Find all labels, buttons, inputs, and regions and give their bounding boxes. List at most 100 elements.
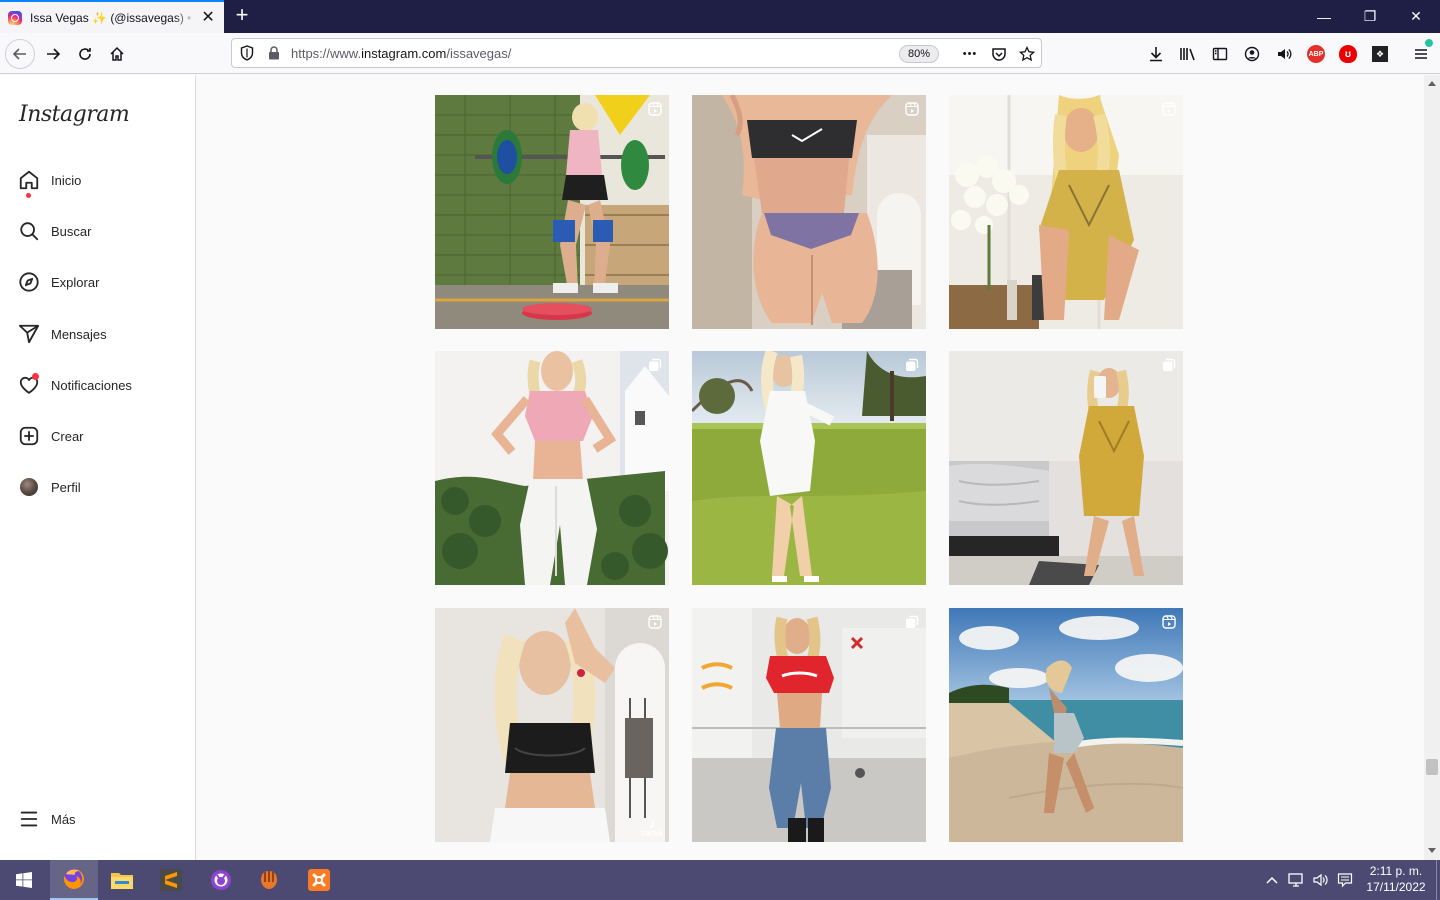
sidebar-item-label: Notificaciones (51, 377, 132, 393)
pocket-button[interactable] (988, 43, 1010, 65)
browser-tab-active[interactable]: Issa Vegas ✨ (@issavegas) • Fotos y vide… (0, 0, 224, 33)
start-button[interactable] (0, 860, 48, 900)
taskbar-sublime-text[interactable] (147, 860, 195, 900)
url-host: instagram.com (361, 46, 447, 61)
network-tray-button[interactable] (1286, 860, 1308, 900)
post-thumbnail[interactable] (692, 608, 926, 842)
sidebar-item-inicio[interactable]: Inicio (17, 165, 81, 198)
sidebar-item-notificaciones[interactable]: Notificaciones (17, 370, 132, 400)
sidebar-item-crear[interactable]: Crear (17, 421, 84, 451)
url-text[interactable]: https://www.instagram.com/issavegas/ (291, 46, 511, 61)
page-scrollbar[interactable] (1424, 75, 1440, 860)
tab-audio-button[interactable] (1273, 43, 1295, 65)
browser-tab-strip: Issa Vegas ✨ (@issavegas) • Fotos y vide… (0, 0, 1440, 33)
post-image (692, 608, 926, 842)
show-hidden-icons-button[interactable] (1262, 860, 1282, 900)
reload-button[interactable] (70, 39, 100, 69)
taskbar-clock[interactable]: 2:11 p. m. 17/11/2022 (1360, 863, 1432, 895)
url-path: /issavegas/ (446, 46, 512, 61)
restore-window-button[interactable]: ❐ (1347, 0, 1393, 33)
sidebar-item-mensajes[interactable]: Mensajes (17, 319, 107, 349)
post-thumbnail[interactable] (435, 351, 669, 585)
show-desktop-button[interactable] (1436, 860, 1440, 900)
post-thumbnail[interactable]: ♪ TikTok (435, 608, 669, 842)
sidebar-item-label: Buscar (51, 223, 92, 239)
account-button[interactable] (1241, 43, 1263, 65)
back-button[interactable] (5, 39, 35, 69)
close-window-button[interactable]: ✕ (1393, 0, 1439, 33)
sidebar-item-mas[interactable]: Más (17, 804, 76, 834)
minimize-window-button[interactable]: — (1301, 0, 1347, 33)
post-thumbnail[interactable] (949, 95, 1183, 329)
sidebar-item-perfil[interactable]: Perfil (17, 472, 81, 502)
reels-icon (1162, 102, 1176, 116)
firefox-icon (63, 869, 84, 889)
library-icon (1180, 48, 1195, 61)
bookmark-star-button[interactable] (1016, 43, 1038, 65)
post-thumbnail[interactable] (949, 351, 1183, 585)
page-actions-button[interactable]: ••• (959, 43, 981, 65)
sublime-text-icon (160, 869, 182, 891)
sidebar-icon (1212, 47, 1228, 61)
sidebar-item-label: Perfil (51, 479, 81, 495)
library-button[interactable] (1177, 43, 1199, 65)
tracking-shield-icon[interactable] (240, 45, 254, 61)
scroll-up-icon[interactable] (1428, 81, 1436, 86)
tab-title: Issa Vegas ✨ (@issavegas) • Fotos y vide… (30, 10, 194, 25)
speaker-icon (1278, 49, 1292, 59)
adblock-plus-button[interactable]: ABP (1305, 43, 1327, 65)
tiktok-icon: ♪ (648, 815, 656, 831)
volume-tray-button[interactable] (1310, 860, 1332, 900)
taskbar-xampp[interactable] (295, 860, 343, 900)
sidebar-item-label: Crear (51, 428, 84, 444)
home-icon (110, 46, 124, 61)
more-horizontal-icon: ••• (962, 48, 978, 60)
lock-icon[interactable] (268, 46, 280, 60)
notifications-tray-button[interactable] (1334, 860, 1356, 900)
xampp-icon (308, 869, 330, 891)
post-thumbnail[interactable] (435, 95, 669, 329)
instagram-page: Instagram Inicio Buscar Explorar Mensaje… (0, 75, 1424, 860)
app-menu-button[interactable] (1410, 38, 1434, 65)
sidebar-item-buscar[interactable]: Buscar (17, 216, 91, 246)
carousel-icon (906, 615, 919, 628)
zoom-reset-button[interactable]: 80% (899, 45, 939, 63)
post-thumbnail[interactable] (692, 95, 926, 329)
forward-button[interactable] (38, 39, 68, 69)
instagram-logo[interactable]: Instagram (19, 102, 130, 127)
sidebar-item-explorar[interactable]: Explorar (17, 267, 99, 297)
search-icon (17, 219, 41, 243)
tab-close-icon[interactable]: ✕ (200, 9, 216, 26)
sidebar-item-label: Mensajes (51, 326, 107, 342)
pocket-icon (992, 48, 1006, 61)
carousel-icon (906, 358, 919, 371)
url-bar[interactable]: https://www.instagram.com/issavegas/ 80%… (231, 38, 1042, 68)
taskbar-app-glove[interactable] (245, 860, 293, 900)
messenger-icon (17, 322, 41, 346)
scroll-down-icon[interactable] (1428, 848, 1436, 853)
windows-taskbar: 2:11 p. m. 17/11/2022 (0, 860, 1440, 900)
taskbar-file-explorer[interactable] (98, 860, 146, 900)
ublock-button[interactable]: ʊ (1337, 43, 1359, 65)
scrollbar-thumb[interactable] (1426, 759, 1438, 775)
avatar (20, 478, 38, 496)
extension-button[interactable]: ❖ (1369, 43, 1391, 65)
taskbar-github-desktop[interactable] (197, 860, 245, 900)
reels-icon (648, 102, 662, 116)
chevron-up-icon (1266, 876, 1278, 884)
arrow-right-icon (47, 48, 61, 60)
sidebar-toggle-button[interactable] (1209, 43, 1231, 65)
downloads-button[interactable] (1145, 43, 1167, 65)
tiktok-watermark: ♪ TikTok (641, 816, 663, 839)
adblock-plus-icon: ABP (1307, 45, 1325, 63)
menu-icon (17, 807, 41, 831)
post-thumbnail[interactable] (692, 351, 926, 585)
star-icon (1019, 46, 1035, 62)
new-tab-button[interactable]: + (231, 4, 253, 27)
clock-date: 17/11/2022 (1366, 880, 1426, 894)
post-thumbnail[interactable] (949, 608, 1183, 842)
taskbar-firefox[interactable] (50, 860, 98, 900)
url-scheme: https://www. (291, 46, 362, 61)
home-button[interactable] (102, 39, 132, 69)
github-desktop-icon (211, 870, 231, 890)
